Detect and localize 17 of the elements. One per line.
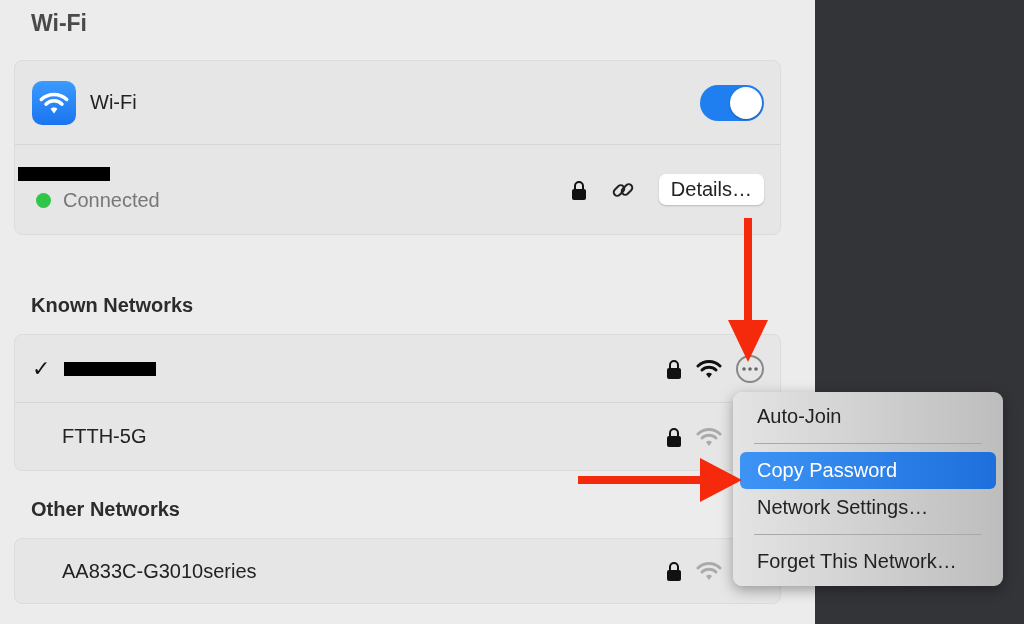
menu-item[interactable]: Copy Password — [740, 452, 996, 489]
page-title: Wi-Fi — [30, 9, 88, 38]
details-button[interactable]: Details… — [658, 174, 764, 205]
wifi-toggle[interactable] — [700, 84, 764, 121]
connection-status: Connected — [63, 189, 160, 212]
wifi-app-icon — [32, 80, 76, 125]
ellipsis-icon — [742, 366, 758, 371]
wifi-label: Wi-Fi — [90, 91, 137, 114]
section-heading: Known Networks — [31, 294, 194, 317]
network-name: FTTH-5G — [62, 425, 147, 448]
checkmark: ✓ — [32, 355, 50, 382]
menu-item[interactable]: Forget This Network… — [740, 543, 996, 580]
status-dot — [36, 193, 51, 208]
menu-item[interactable]: Auto-Join — [740, 398, 996, 435]
menu-item[interactable]: Network Settings… — [740, 489, 996, 526]
network-name: AA833C-G3010series — [62, 559, 257, 583]
section-heading: Other Networks — [31, 498, 180, 521]
